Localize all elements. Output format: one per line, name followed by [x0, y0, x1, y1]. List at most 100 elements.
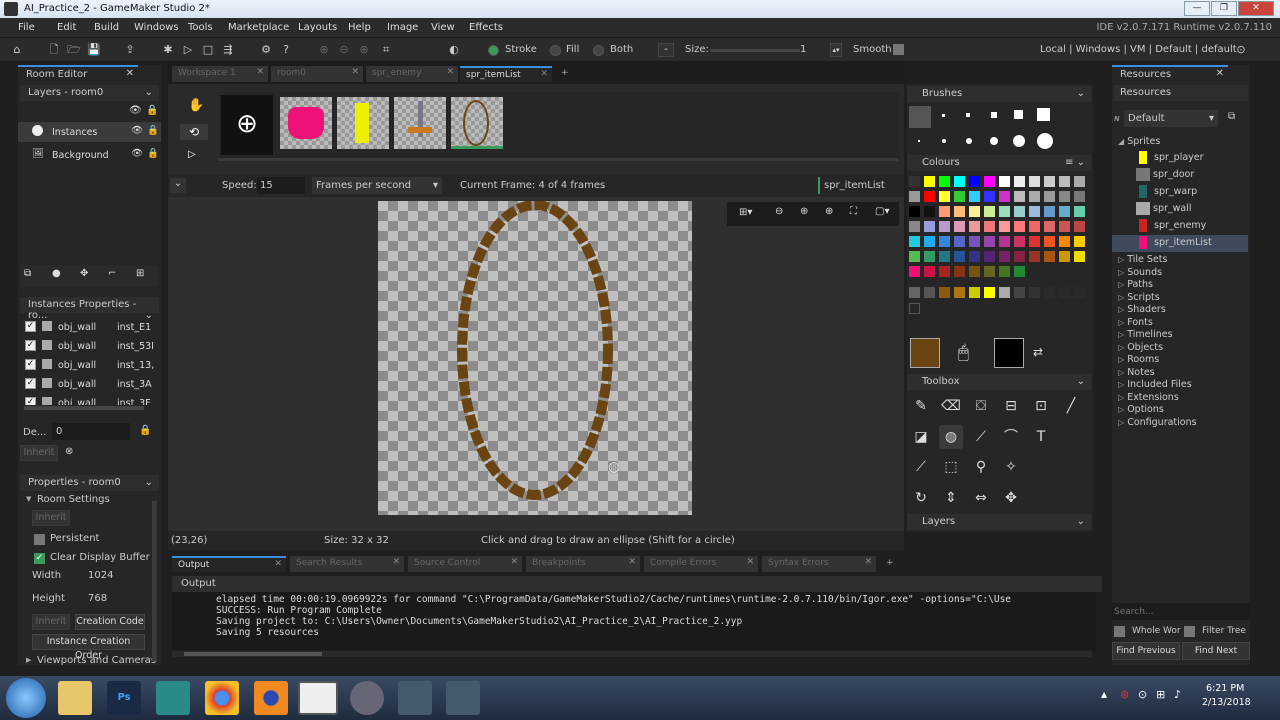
add-path-layer-icon[interactable]: ⌐ — [108, 268, 116, 279]
fit-to-screen-icon[interactable]: ⛶ — [850, 206, 857, 217]
colour-swatch[interactable] — [1044, 191, 1055, 202]
sprite-item[interactable]: spr_player — [1139, 151, 1204, 164]
sprite-item[interactable]: spr_enemy — [1139, 219, 1206, 232]
chevron-down-icon[interactable]: ⌄ — [170, 178, 186, 193]
menu-build[interactable]: Build — [94, 22, 119, 33]
tab-spr-enemy[interactable]: spr_enemy ✕ — [366, 66, 458, 82]
tree-group[interactable]: ▷ Objects — [1118, 342, 1163, 353]
menu-help[interactable]: Help — [348, 22, 371, 33]
colour-swatch[interactable] — [924, 266, 935, 277]
lock-icon[interactable]: 🔒 — [147, 125, 159, 136]
instance-row[interactable]: ✓ obj_wall inst_3A — [18, 376, 161, 394]
inherit-button[interactable]: Inherit — [32, 614, 70, 630]
round-brush-4[interactable] — [990, 137, 998, 145]
close-tab-icon[interactable]: ✕ — [446, 67, 454, 77]
output-tab[interactable]: Output ✕ — [172, 556, 286, 572]
tree-group[interactable]: ▷ Rooms — [1118, 354, 1159, 365]
colour-swatch[interactable] — [999, 206, 1010, 217]
output-tab[interactable]: Compile Errors ✕ — [644, 556, 758, 572]
both-radio[interactable] — [593, 45, 604, 56]
flip-horizontal-icon[interactable]: ⇔ — [969, 486, 993, 510]
colour-swatch[interactable] — [939, 206, 950, 217]
colour-swatch[interactable] — [954, 287, 965, 298]
colour-swatch[interactable] — [1014, 287, 1025, 298]
tree-group[interactable]: ▷ Scripts — [1118, 292, 1160, 303]
zoom-in-icon[interactable]: ⊕ — [800, 206, 808, 217]
whole-word-checkbox[interactable] — [1114, 626, 1125, 637]
expand-triangle-icon[interactable]: ▼ — [26, 495, 31, 503]
colour-swatch[interactable] — [954, 206, 965, 217]
colour-swatch[interactable] — [984, 191, 995, 202]
colour-swatch[interactable] — [939, 266, 950, 277]
tree-group[interactable]: ▷ Notes — [1118, 367, 1155, 378]
colour-swatch[interactable] — [924, 206, 935, 217]
properties-scrollbar[interactable] — [152, 501, 157, 661]
colour-swatch[interactable] — [909, 251, 920, 262]
round-brush-1[interactable] — [918, 140, 920, 142]
photoshop-icon[interactable]: Ps — [107, 681, 141, 715]
colour-swatch[interactable] — [999, 266, 1010, 277]
colour-swatch[interactable] — [999, 287, 1010, 298]
brush-5px[interactable] — [1014, 110, 1023, 119]
tree-sprites[interactable]: ◢ Sprites — [1118, 136, 1160, 147]
create-executable-icon[interactable]: ⇪ — [122, 42, 138, 58]
size-value[interactable]: 1 — [800, 44, 806, 55]
colour-swatch[interactable] — [909, 266, 920, 277]
colour-swatch[interactable] — [909, 221, 920, 232]
pencil-tool-icon[interactable]: ✎ — [909, 394, 933, 418]
colour-swatch[interactable] — [1074, 221, 1085, 232]
colour-swatch[interactable] — [1014, 176, 1025, 187]
colour-swatch[interactable] — [924, 176, 935, 187]
add-tab-button[interactable]: + — [880, 556, 896, 572]
colour-swatch[interactable] — [939, 251, 950, 262]
close-tab-icon[interactable]: ✕ — [126, 68, 134, 79]
network-icon[interactable]: ⊞ — [1156, 688, 1165, 701]
start-button[interactable] — [6, 678, 46, 718]
smooth-checkbox[interactable] — [893, 44, 904, 55]
colour-swatch[interactable] — [1074, 191, 1085, 202]
loop-icon[interactable]: ⟲ — [180, 124, 208, 140]
zoom-reset-icon[interactable]: ⊕ — [316, 42, 332, 58]
colour-swatch[interactable] — [984, 176, 995, 187]
layers-panel-header[interactable]: Layers ⌄ — [907, 514, 1091, 530]
app-icon[interactable] — [156, 681, 190, 715]
menu-icon[interactable]: ≡ ⌄ — [1065, 157, 1085, 168]
brush-6px[interactable] — [1037, 108, 1050, 121]
find-previous-button[interactable]: Find Previous — [1112, 642, 1180, 660]
colour-swatch[interactable] — [1029, 251, 1040, 262]
chevron-down-icon[interactable]: ⌄ — [145, 87, 153, 98]
lock-icon[interactable]: 🔒 — [146, 105, 158, 116]
instance-row[interactable]: ✓ obj_wall inst_13, — [18, 357, 161, 375]
colour-swatch[interactable] — [1044, 251, 1055, 262]
swap-colours-icon[interactable]: ⇄ — [1033, 345, 1043, 359]
instance-row[interactable]: ✓ obj_wall inst_E1 — [18, 319, 161, 337]
play-icon[interactable]: ▷ — [188, 149, 196, 160]
clear-display-checkbox[interactable]: ✓ — [34, 553, 45, 564]
close-tab-icon[interactable]: ✕ — [351, 67, 359, 77]
inherit-button[interactable]: Inherit — [32, 510, 70, 526]
eraser-tool-icon[interactable]: ⌫ — [939, 394, 963, 418]
colour-swatch[interactable] — [1029, 206, 1040, 217]
add-instance-layer-icon[interactable]: ● — [52, 268, 61, 279]
move-tool-icon[interactable]: ✥ — [999, 486, 1023, 510]
curve-tool-icon[interactable]: ⌒ — [999, 425, 1023, 449]
layer-item-background[interactable]: 🖼 Background 👁 🔒 — [18, 145, 161, 165]
zoom-out-icon[interactable]: ⊖ — [336, 42, 352, 58]
gamemaker-taskbar-icon[interactable] — [298, 681, 338, 715]
grid-icon[interactable]: ⊞▾ — [739, 207, 752, 218]
colour-swatch[interactable] — [924, 287, 935, 298]
colour-swatch[interactable] — [909, 236, 920, 247]
stroke-mode-icon[interactable]: ◐ — [446, 42, 462, 58]
round-brush-6[interactable] — [1037, 133, 1053, 149]
add-asset-layer-icon[interactable]: ✥ — [80, 268, 88, 279]
inherit-button[interactable]: Inherit — [20, 445, 58, 461]
colour-swatch[interactable] — [1059, 236, 1070, 247]
sprite-name-field[interactable]: spr_itemList — [818, 177, 902, 194]
target-selector[interactable]: Local | Windows | VM | Default | default — [1040, 44, 1237, 55]
chevron-down-icon[interactable]: ⌄ — [1077, 88, 1085, 99]
colour-swatch[interactable] — [1074, 206, 1085, 217]
resources-tab[interactable]: Resources ✕ — [1112, 65, 1228, 82]
colour-swatch[interactable] — [1059, 221, 1070, 232]
close-tab-icon[interactable]: ✕ — [628, 557, 636, 567]
colour-swatch[interactable] — [969, 221, 980, 232]
